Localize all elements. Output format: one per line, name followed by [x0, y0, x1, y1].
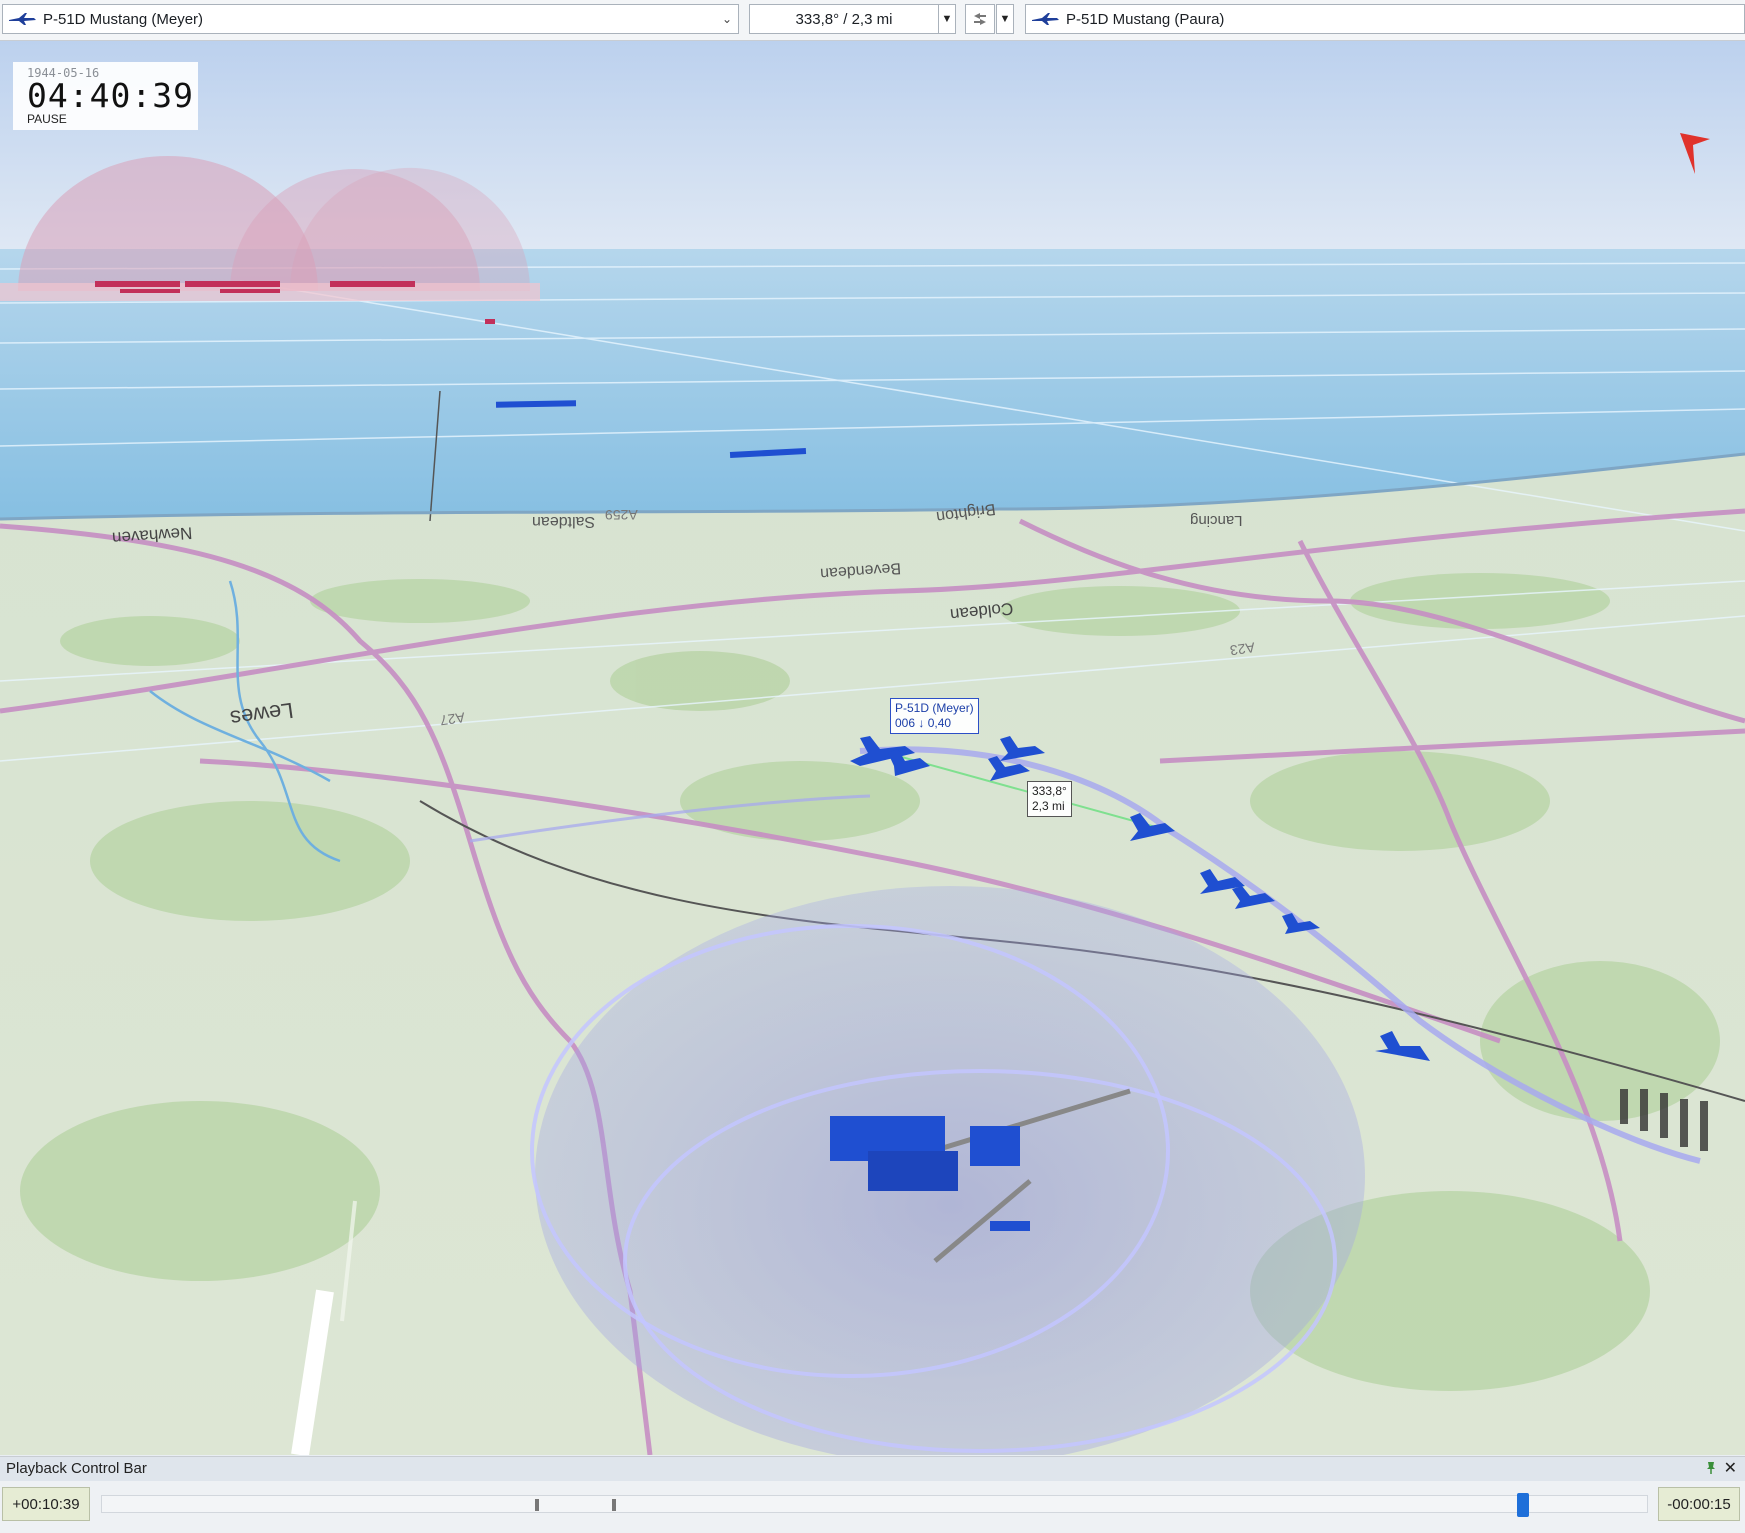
scene — [0, 41, 1745, 1455]
road-label: A27 — [439, 709, 466, 729]
playback-title: Playback Control Bar — [6, 1460, 147, 1477]
playback-control-bar: Playback Control Bar ✕ +00:10:39 -00:00:… — [0, 1456, 1745, 1533]
clock-time: 04:40:39 — [27, 76, 194, 115]
pin-icon[interactable] — [1705, 1461, 1717, 1475]
left-entity-select[interactable]: P-51D Mustang (Meyer) ⌄ — [2, 4, 739, 34]
remaining-time: -00:00:15 — [1658, 1487, 1740, 1521]
range-bearing-value: 333,8° — [1032, 784, 1067, 798]
elapsed-time: +00:10:39 — [2, 1487, 90, 1521]
close-icon[interactable]: ✕ — [1724, 1458, 1737, 1478]
aircraft-label-tag[interactable]: P-51D (Meyer) 006 ↓ 0,40 — [890, 698, 979, 734]
town-label: Saltdean — [532, 513, 596, 530]
road-label: A259 — [605, 507, 638, 523]
timeline-thumb[interactable] — [1517, 1493, 1530, 1517]
timeline-marker — [611, 1499, 616, 1511]
aircraft-icon — [9, 13, 36, 25]
aircraft-icon — [1032, 13, 1059, 25]
range-bearing-tag: 333,8° 2,3 mi — [1027, 781, 1072, 817]
playback-title-bar: Playback Control Bar ✕ — [0, 1457, 1745, 1481]
right-entity-select[interactable]: P-51D Mustang (Paura) — [1025, 4, 1745, 34]
measurement-field[interactable]: 333,8° / 2,3 mi — [749, 4, 939, 34]
right-entity-label: P-51D Mustang (Paura) — [1066, 10, 1225, 28]
timeline-slider[interactable] — [101, 1493, 1648, 1517]
road-label: A23 — [1229, 639, 1256, 659]
left-entity-label: P-51D Mustang (Meyer) — [43, 10, 204, 28]
chevron-down-icon[interactable]: ⌄ — [716, 5, 738, 33]
simulation-clock: 1944-05-16 04:40:39 PAUSE — [13, 62, 198, 130]
town-label: Lancing — [1190, 512, 1243, 529]
aircraft-tag-data: 006 ↓ 0,40 — [895, 716, 952, 730]
3d-map-view[interactable]: 1944-05-16 04:40:39 PAUSE P-51D (Meyer) … — [0, 41, 1745, 1455]
swap-entities-button[interactable] — [965, 4, 995, 34]
swap-aircraft-icon — [974, 13, 986, 25]
timeline-marker — [534, 1499, 539, 1511]
range-distance-value: 2,3 mi — [1032, 799, 1065, 813]
measurement-dropdown[interactable]: ▼ — [938, 4, 956, 34]
aircraft-tag-name: P-51D (Meyer) — [895, 701, 974, 715]
measurement-value: 333,8° / 2,3 mi — [795, 10, 893, 28]
swap-dropdown[interactable]: ▼ — [996, 4, 1014, 34]
top-toolbar: P-51D Mustang (Meyer) ⌄ 333,8° / 2,3 mi … — [0, 0, 1745, 41]
